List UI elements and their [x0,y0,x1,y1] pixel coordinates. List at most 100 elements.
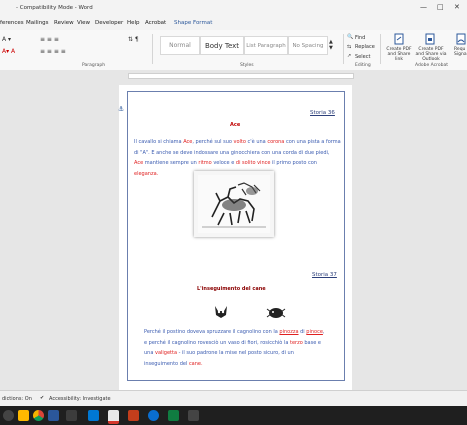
create-pdf-share-button[interactable]: Create PDF and Share link [384,47,414,62]
close-icon[interactable]: ✕ [454,3,460,11]
text-run: volto [233,139,246,145]
tab-acrobat[interactable]: Acrobat [145,20,166,26]
styles-more-icon[interactable]: ▲ ▼ [329,39,333,51]
powerpoint-icon[interactable] [128,410,139,421]
text-run: ritmo [198,160,212,166]
dog-icon [212,303,230,319]
style-body-text[interactable]: Body Text [200,36,244,55]
request-signature-button[interactable]: Requ Signa [454,47,467,57]
story-36-number: Storia 36 [310,110,335,116]
style-normal[interactable]: Normal [160,36,200,55]
story-36-title: Ace [230,122,241,128]
pdf-share-icon[interactable] [394,33,404,45]
text-run: valigetta [155,350,178,356]
ribbon-divider [343,34,344,64]
text-run: corona [267,139,285,145]
taskbar [0,406,467,425]
text-run: e perché il cagnolino rovesciò un vaso d… [144,339,290,346]
ribbon-divider [152,34,153,64]
find-button[interactable]: Find [355,35,365,41]
text-run: il primo posto con [270,160,317,166]
text-run: c'è una [245,139,268,145]
document-area[interactable]: ⚓ Storia 36 Ace Il cavallo si chiama Ace… [0,80,467,390]
text-run: - il suo padrone la mise nel posto sicur… [177,350,294,356]
word-icon[interactable] [48,410,59,421]
tab-review[interactable]: Review [54,20,74,26]
font-color-icon[interactable]: A ▾ [2,36,11,43]
minimize-icon[interactable]: — [420,3,427,11]
text-run: con una pista a forma [284,139,341,145]
ribbon-tabs: ferences Mailings Review View Developer … [0,17,467,30]
horizontal-ruler [0,70,467,80]
settings-icon[interactable] [188,410,199,421]
edge-icon[interactable] [148,410,159,421]
file-explorer-icon[interactable] [18,410,29,421]
app-icon[interactable] [66,410,77,421]
horse-illustration-drawing [198,175,270,233]
paragraph-line: e perché il cagnolino rovesciò un vaso d… [144,338,344,349]
document-page[interactable]: ⚓ Storia 36 Ace Il cavallo si chiama Ace… [118,85,352,390]
style-list-paragraph[interactable]: List Paragraph [244,36,288,55]
text-run: veloce e [211,160,236,166]
align-icon[interactable]: ≡ ≡ ≡ ≡ [40,48,66,55]
excel-icon[interactable] [168,410,179,421]
acrobat-icon[interactable] [108,410,119,424]
status-bar: dictions: On ✔ Accessibility: Investigat… [0,390,467,407]
horse-race-illustration [194,171,274,237]
tab-help[interactable]: Help [127,20,140,26]
story-37-number: Storia 37 [312,272,337,278]
paragraph-group-label: Paragraph [82,63,106,68]
text-run: inseguimento del [144,360,189,367]
bullets-icon[interactable]: ≡ ≡ ≡ [40,36,59,43]
create-pdf-outlook-button[interactable]: Create PDF and Share via Outlook [415,47,447,62]
tab-references[interactable]: ferences [0,20,24,26]
pdf-outlook-icon[interactable] [425,33,435,45]
tab-shape-format[interactable]: Shape Format [174,20,212,26]
accessibility-icon[interactable]: ✔ [40,395,44,401]
ribbon: A ▾ A▾ A ≡ ≡ ≡ ≡ ≡ ≡ ≡ ⇅ ¶ Paragraph Nor… [0,30,467,71]
editing-group-label: Editing [355,63,371,68]
ruler-bar[interactable] [128,73,354,79]
search-icon[interactable] [3,410,14,421]
text-run: cane. [188,360,203,367]
bug-icon [262,305,290,319]
text-run: Ace [183,139,193,145]
find-icon[interactable]: 🔍 [347,34,353,40]
request-signature-icon[interactable] [456,33,466,45]
text-run: Perché il postino doveva spruzzare il ca… [144,329,280,335]
window-title: - Compatibility Mode - Word [16,5,93,11]
text-run: pinozza [279,329,299,335]
paragraph-line: inseguimento del cane. [144,359,344,370]
style-no-spacing[interactable]: No Spacing [288,36,328,55]
replace-icon[interactable]: ⇆ [347,44,351,50]
paragraph-line: una valigetta - il suo padrone la mise n… [144,348,344,359]
story-37-paragraph: Perché il postino doveva spruzzare il ca… [144,327,344,369]
text-run: pinoce [306,329,323,335]
tab-view[interactable]: View [77,20,90,26]
text-run: di "A". E anche se deve indossare una gi… [134,149,330,156]
replace-button[interactable]: Replace [355,44,375,50]
tab-developer[interactable]: Developer [95,20,123,26]
sort-icon[interactable]: ⇅ ¶ [128,36,139,43]
maximize-icon[interactable]: □ [437,3,444,11]
story-37-title: L'inseguimento del cane [197,286,266,292]
accessibility-status[interactable]: Accessibility: Investigate [49,396,111,402]
text-run: Ace [134,160,144,166]
select-button[interactable]: Select [355,54,370,60]
select-icon[interactable]: ↗ [347,53,351,59]
chrome-icon[interactable] [33,410,44,421]
text-run: Il cavallo si chiama [134,139,184,145]
anchor-icon: ⚓ [118,105,125,113]
text-run: terzo [290,339,303,346]
text-effects-icon[interactable]: A▾ A [2,48,15,55]
text-predictions-status[interactable]: dictions: On [2,396,32,402]
tab-mailings[interactable]: Mailings [26,20,49,26]
paragraph-line: Il cavallo si chiama Ace, perché sul suo… [134,137,344,148]
mail-icon[interactable] [88,410,99,421]
paragraph-line: Ace mantiene sempre un ritmo veloce e di… [134,158,344,169]
styles-group-label: Styles [240,63,254,68]
text-run: di solito vince [235,160,271,166]
text-run: , perché sul suo [192,139,234,145]
text-run: mantiene sempre un [143,160,199,166]
paragraph-line: di "A". E anche se deve indossare una gi… [134,148,344,159]
